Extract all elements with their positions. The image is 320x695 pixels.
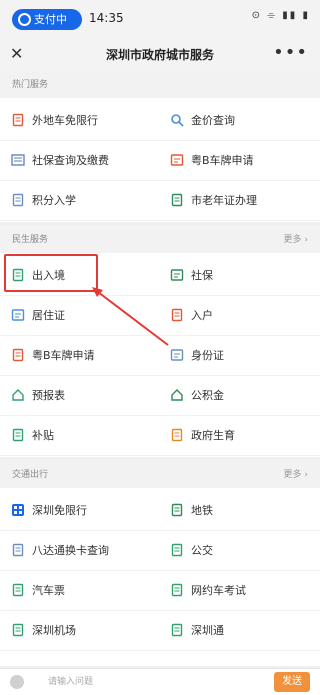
close-button[interactable]: ✕ [10, 44, 23, 63]
row-divider [0, 650, 320, 651]
service-item[interactable]: 市老年证办理 [170, 180, 310, 220]
doc-icon [11, 113, 25, 127]
section-title: 交通出行 [12, 470, 49, 480]
service-item[interactable]: 居住证 [11, 295, 161, 335]
service-item[interactable]: 社保查询及缴费 [11, 140, 161, 180]
house-icon [170, 388, 184, 402]
service-item[interactable]: 深圳免限行 [11, 490, 161, 530]
service-label: 社保 [191, 269, 213, 282]
status-bar: 支付中 14:35 ⊙ ⌯ ▮▮ ▮ [0, 0, 320, 38]
pill-label: 支付中 [34, 13, 67, 26]
service-item[interactable]: 预报表 [11, 375, 161, 415]
doc-icon [170, 503, 184, 517]
service-label: 粤B车牌申请 [191, 154, 254, 167]
doc-icon [170, 583, 184, 597]
service-item[interactable]: 入户 [170, 295, 310, 335]
service-label: 深圳机场 [32, 624, 76, 637]
section-title: 热门服务 [12, 80, 49, 90]
doc-icon [170, 193, 184, 207]
doc-icon [170, 623, 184, 637]
service-label: 外地车免限行 [32, 114, 98, 127]
service-label: 八达通换卡查询 [32, 544, 109, 557]
service-label: 粤B车牌申请 [32, 349, 95, 362]
section-header-transport: 交通出行 更多 › [0, 460, 320, 488]
section-header-life: 民生服务 更多 › [0, 225, 320, 253]
service-label: 积分入学 [32, 194, 76, 207]
service-item[interactable]: 网约车考试 [170, 570, 310, 610]
service-label: 金价查询 [191, 114, 235, 127]
service-item[interactable]: 补贴 [11, 415, 161, 455]
system-indicators: ⊙ ⌯ ▮▮ ▮ [251, 10, 310, 21]
doc-icon [11, 543, 25, 557]
service-label: 公交 [191, 544, 213, 557]
page-title: 深圳市政府城市服务 [105, 48, 214, 62]
service-item[interactable]: 深圳通 [170, 610, 310, 650]
doc-icon [11, 348, 25, 362]
highlight-box [4, 254, 98, 292]
service-label: 补贴 [32, 429, 54, 442]
service-label: 公积金 [191, 389, 224, 402]
row-divider [0, 455, 320, 456]
home-icon [11, 388, 25, 402]
service-item[interactable]: 外地车免限行 [11, 100, 161, 140]
card-icon [170, 153, 184, 167]
service-item[interactable]: 公交 [170, 530, 310, 570]
title-bar: ✕ 深圳市政府城市服务 ••• [0, 38, 320, 70]
card-icon [170, 268, 184, 282]
service-item[interactable]: 公积金 [170, 375, 310, 415]
doc-icon [11, 428, 25, 442]
service-item[interactable]: 积分入学 [11, 180, 161, 220]
service-label: 政府生育 [191, 429, 235, 442]
id-icon [11, 308, 25, 322]
list-icon [11, 153, 25, 167]
section-more-link[interactable]: 更多 › [284, 467, 308, 480]
more-menu-button[interactable]: ••• [273, 42, 308, 63]
service-item[interactable]: 金价查询 [170, 100, 310, 140]
service-item[interactable]: 粤B车牌申请 [170, 140, 310, 180]
section-header-hot: 热门服务 [0, 70, 320, 98]
section-more-link[interactable]: 更多 › [284, 232, 308, 245]
service-label: 入户 [191, 309, 213, 322]
row-divider [0, 220, 320, 221]
doc-icon [11, 583, 25, 597]
section-title: 民生服务 [12, 235, 49, 245]
voice-icon[interactable] [10, 675, 24, 689]
service-item[interactable]: 身份证 [170, 335, 310, 375]
question-input[interactable]: 请输入问题 [40, 674, 240, 691]
bottom-bar: 请输入问题 发送 [0, 668, 320, 695]
service-item[interactable]: 汽车票 [11, 570, 161, 610]
service-label: 网约车考试 [191, 584, 246, 597]
id-icon [170, 348, 184, 362]
service-label: 社保查询及缴费 [32, 154, 109, 167]
service-label: 市老年证办理 [191, 194, 257, 207]
service-item[interactable]: 八达通换卡查询 [11, 530, 161, 570]
search-icon [170, 113, 184, 127]
service-label: 预报表 [32, 389, 65, 402]
service-item[interactable]: 社保 [170, 255, 310, 295]
search-icon [18, 13, 31, 26]
send-button[interactable]: 发送 [274, 672, 310, 692]
service-item[interactable]: 地铁 [170, 490, 310, 530]
clock: 14:35 [89, 11, 124, 25]
service-item[interactable]: 深圳机场 [11, 610, 161, 650]
doc-icon [11, 193, 25, 207]
doc-icon [11, 623, 25, 637]
service-label: 深圳通 [191, 624, 224, 637]
service-label: 身份证 [191, 349, 224, 362]
doc-icon [170, 308, 184, 322]
service-label: 地铁 [191, 504, 213, 517]
grid-icon [11, 503, 25, 517]
service-item[interactable]: 政府生育 [170, 415, 310, 455]
doc-icon [170, 428, 184, 442]
service-item[interactable]: 粤B车牌申请 [11, 335, 161, 375]
service-label: 居住证 [32, 309, 65, 322]
payment-pill[interactable]: 支付中 [12, 9, 82, 30]
doc-icon [170, 543, 184, 557]
service-label: 深圳免限行 [32, 504, 87, 517]
service-label: 汽车票 [32, 584, 65, 597]
